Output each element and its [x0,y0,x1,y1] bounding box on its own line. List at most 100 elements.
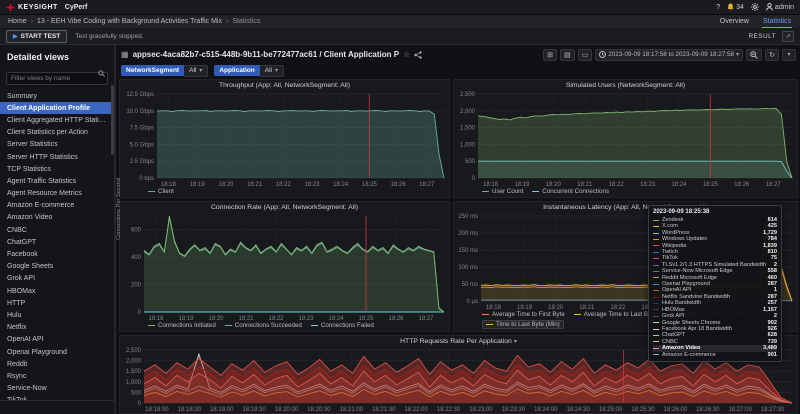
time-range-button[interactable]: 2023-09-09 18:17:58 to 2023-09-09 18:27:… [595,49,743,61]
sidebar-item-hbomax[interactable]: HBOMax [0,285,114,297]
networksegment-filter[interactable]: NetworkSegment All▾ [121,65,208,77]
refresh-button[interactable]: ↻ [765,49,779,61]
svg-text:18:19:30: 18:19:30 [242,407,266,413]
sidebar-item-cnbc[interactable]: CNBC [0,224,114,236]
svg-text:18:24:00: 18:24:00 [534,407,558,413]
simulated-users-chart[interactable]: 05001,0001,5002,0002,50018:1818:1918:201… [454,91,797,188]
play-icon: ▶ [13,33,18,40]
sidebar-item-agent-traffic-statistics[interactable]: Agent Traffic Statistics [0,175,114,187]
sidebar-item-service-now[interactable]: Service-Now [0,383,114,395]
gear-icon[interactable] [751,3,759,11]
panel-title[interactable]: Simulated Users (NetworkSegment: All) [454,80,797,91]
breadcrumb-current: Statistics [232,18,260,25]
svg-text:18:18: 18:18 [148,316,164,322]
svg-text:2,000: 2,000 [460,109,476,115]
tv-mode-button[interactable]: ▭ [578,49,593,61]
svg-text:18:26: 18:26 [734,182,750,188]
cyperf-app: KEYSIGHT CyPerf ? 34 admin Home › 13 - E… [0,0,800,414]
sidebar-item-http[interactable]: HTTP [0,297,114,309]
breadcrumb-test-name[interactable]: 13 - EEH Vibe Coding with Background Act… [37,18,222,25]
sidebar-item-netflix[interactable]: Netflix [0,322,114,334]
application-filter[interactable]: Application All▾ [214,65,284,77]
sidebar-item-amazon-video[interactable]: Amazon Video [0,212,114,224]
sidebar-item-facebook[interactable]: Facebook [0,248,114,260]
help-icon[interactable]: ? [716,4,720,11]
sidebar-item-server-statistics[interactable]: Server Statistics [0,139,114,151]
svg-text:2.5 Gbps: 2.5 Gbps [130,159,154,165]
sidebar-item-agent-resource-metrics[interactable]: Agent Resource Metrics [0,188,114,200]
tab-statistics[interactable]: Statistics [762,16,792,28]
sidebar-item-google-sheets[interactable]: Google Sheets [0,261,114,273]
add-panel-button[interactable]: ⊞ [543,49,557,61]
top-bar: KEYSIGHT CyPerf ? 34 admin [0,0,800,15]
connection-rate-chart[interactable]: Connections Per Second 020040060018:1818… [120,213,449,322]
svg-text:18:23: 18:23 [304,182,320,188]
share-icon[interactable] [414,51,422,59]
tab-overview[interactable]: Overview [719,16,750,28]
notifications-button[interactable]: 34 [727,3,744,11]
sidebar-item-client-statistics-per-action[interactable]: Client Statistics per Action [0,127,114,139]
tooltip-series-swatch [653,284,659,285]
sidebar-item-client-application-profile[interactable]: Client Application Profile [0,102,114,114]
svg-text:18:25: 18:25 [362,182,378,188]
panel-title[interactable]: Throughput (App: All, NetworkSegment: Al… [120,80,449,91]
cycle-view-button[interactable]: ▤ [560,49,575,61]
panel-connection-rate: Connection Rate (App: All, NetworkSegmen… [119,201,450,332]
sidebar-item-openai-api[interactable]: OpenAI API [0,334,114,346]
sidebar-divider [0,400,114,414]
legend-item[interactable]: Connections Succeeded [225,322,302,329]
legend-item[interactable]: Connections Failed [311,322,374,329]
sidebar-item-summary[interactable]: Summary [0,90,114,102]
svg-text:1,000: 1,000 [460,142,476,148]
legend-item[interactable]: Client [148,188,174,195]
breadcrumb-home[interactable]: Home [8,18,27,25]
sidebar-item-rsync[interactable]: Rsync [0,370,114,382]
sidebar-item-server-http-statistics[interactable]: Server HTTP Statistics [0,151,114,163]
breadcrumb-separator: › [226,18,228,25]
svg-text:18:25: 18:25 [358,316,374,322]
search-icon [98,70,105,77]
sidebar-item-chatgpt[interactable]: ChatGPT [0,236,114,248]
svg-text:18:25:30: 18:25:30 [631,407,655,413]
svg-text:200: 200 [131,283,142,289]
refresh-interval-dropdown[interactable]: ▾ [782,49,796,61]
legend-item[interactable]: Concurrent Connections [532,188,609,195]
legend-swatch [532,191,539,192]
throughput-chart[interactable]: 0 bps2.5 Gbps5.0 Gbps7.5 Gbps10.0 Gbps12… [120,91,449,188]
sidebar-item-hulu[interactable]: Hulu [0,309,114,321]
tooltip-series-swatch [653,354,659,355]
legend-label: Concurrent Connections [542,188,609,195]
legend-item[interactable]: Average Time to First Byte [482,311,565,318]
svg-text:18:21: 18:21 [579,305,595,311]
dashboard-grid-icon: ▦ [121,50,129,59]
user-menu[interactable]: admin [766,3,794,11]
dashboard-header: ▦ appsec-4aca82b7-c515-448b-9b11-be77247… [119,47,798,62]
svg-text:18:27: 18:27 [418,316,434,322]
svg-text:18:25: 18:25 [703,182,719,188]
expand-result-button[interactable]: ↗ [782,31,794,42]
start-test-button[interactable]: ▶ START TEST [6,30,67,43]
sidebar-item-amazon-e-commerce[interactable]: Amazon E-commerce [0,200,114,212]
legend-item[interactable]: Time to Last Byte (Min) [482,320,564,329]
svg-text:500: 500 [465,159,476,165]
bell-icon [727,3,734,11]
legend-item[interactable]: Connections Initiated [148,322,216,329]
sidebar-item-reddit[interactable]: Reddit [0,358,114,370]
sidebar-item-openai-playground[interactable]: Openai Playground [0,346,114,358]
svg-text:1,500: 1,500 [126,369,142,375]
favorite-star-icon[interactable]: ☆ [403,50,410,59]
svg-text:18:26:30: 18:26:30 [696,407,720,413]
sidebar-item-client-aggregated-http-statistics[interactable]: Client Aggregated HTTP Statistics [0,114,114,126]
sidebar-scrollbar[interactable] [111,85,114,155]
legend-swatch [482,314,489,315]
legend-item[interactable]: Average Time to Last Byte [574,311,656,318]
svg-text:0: 0 [138,310,142,316]
chart-tooltip: 2023-09-09 18:25:38 Zendesk814X.com425Wo… [648,205,782,362]
legend-item[interactable]: User Count [482,188,523,195]
filter-views-input[interactable] [6,72,108,85]
sidebar-item-tcp-statistics[interactable]: TCP Statistics [0,163,114,175]
sidebar-item-grok-api[interactable]: Grok API [0,273,114,285]
panel-title[interactable]: Connection Rate (App: All, NetworkSegmen… [120,202,449,213]
zoom-out-button[interactable] [746,49,762,61]
legend-label: Average Time to First Byte [492,311,565,318]
